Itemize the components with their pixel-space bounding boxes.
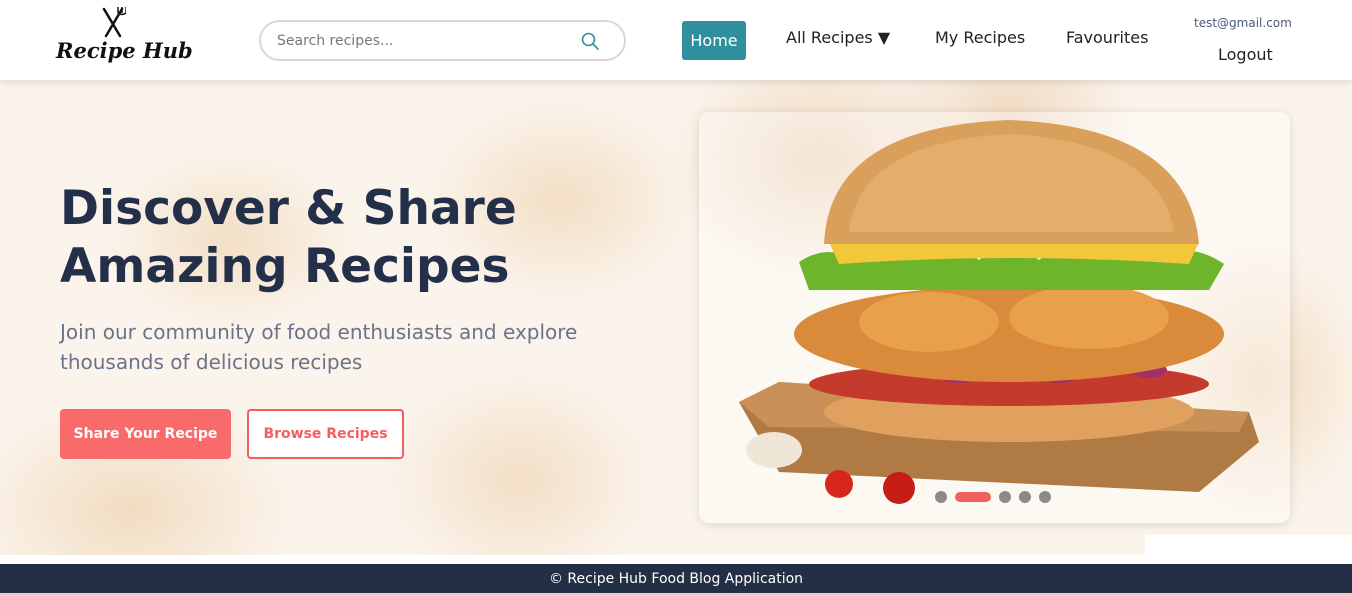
nav-favourites[interactable]: Favourites: [1066, 28, 1148, 47]
search-icon[interactable]: [580, 31, 600, 51]
search-bar: [259, 20, 626, 61]
carousel-dot[interactable]: [1019, 491, 1031, 503]
hero-title: Discover & Share Amazing Recipes: [60, 180, 620, 296]
hero-background-edge: [1145, 535, 1352, 555]
fork-knife-icon: [102, 7, 126, 38]
site-header: Recipe Hub Home All Recipes ▼ My Recipes…: [0, 0, 1352, 80]
carousel-dot-active[interactable]: [955, 492, 991, 502]
hero-title-line2: Amazing Recipes: [60, 239, 510, 294]
logo-text: Recipe Hub: [56, 38, 193, 63]
footer: © Recipe Hub Food Blog Application: [0, 564, 1352, 593]
share-recipe-button[interactable]: Share Your Recipe: [60, 409, 231, 459]
nav-my-recipes[interactable]: My Recipes: [935, 28, 1025, 47]
nav-all-recipes-dropdown[interactable]: All Recipes ▼: [786, 28, 890, 47]
nav-home[interactable]: Home: [682, 21, 746, 60]
browse-recipes-button[interactable]: Browse Recipes: [247, 409, 404, 459]
hero-title-line1: Discover & Share: [60, 181, 517, 236]
search-input[interactable]: [277, 30, 577, 52]
user-email: test@gmail.com: [1194, 16, 1292, 30]
hero-section: Discover & Share Amazing Recipes Join ou…: [0, 80, 1352, 555]
recipe-carousel[interactable]: [699, 112, 1290, 523]
hero-subtitle: Join our community of food enthusiasts a…: [60, 320, 578, 374]
footer-text: © Recipe Hub Food Blog Application: [548, 570, 804, 587]
carousel-dots: [935, 490, 1051, 504]
burger-image: [739, 120, 1259, 504]
carousel-dot[interactable]: [935, 491, 947, 503]
logout-button[interactable]: Logout: [1218, 45, 1273, 64]
carousel-dot[interactable]: [999, 491, 1011, 503]
carousel-dot[interactable]: [1039, 491, 1051, 503]
logo[interactable]: Recipe Hub: [56, 6, 193, 66]
